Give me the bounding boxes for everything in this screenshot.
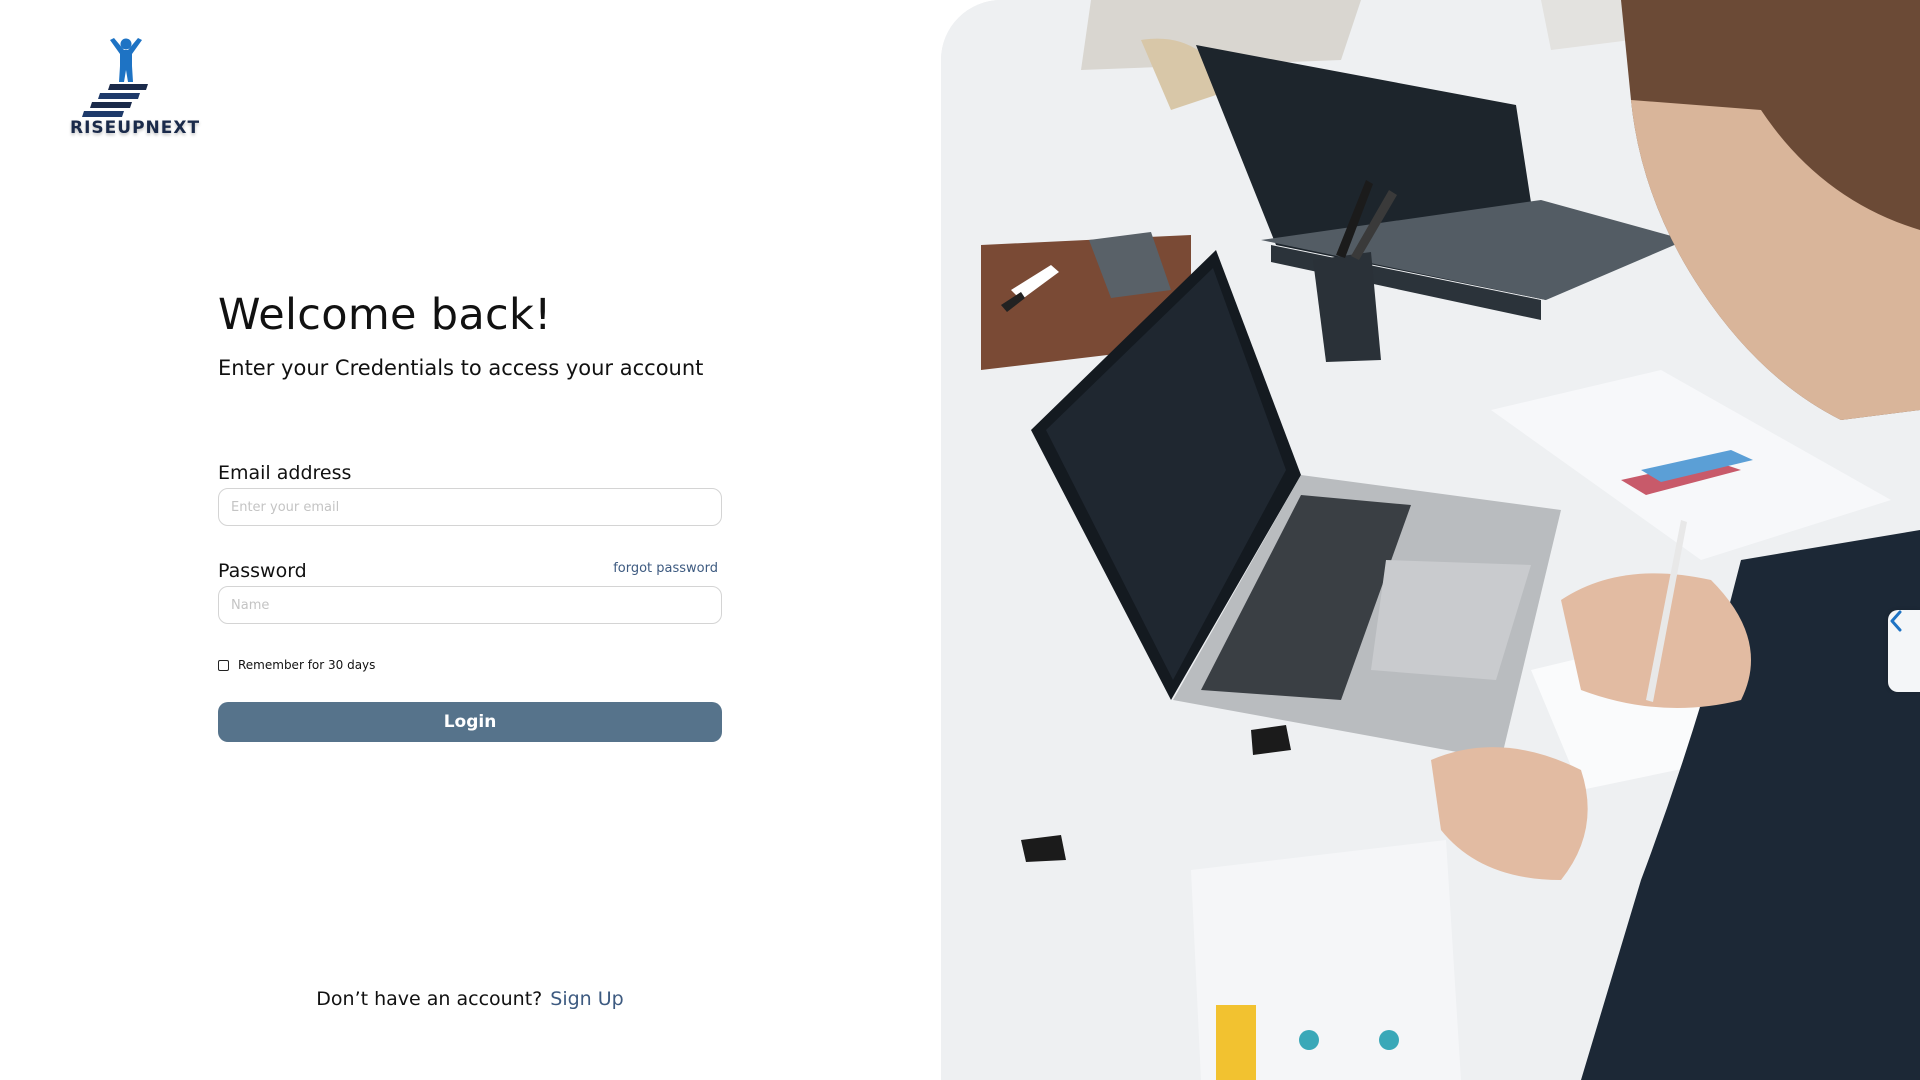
remember-checkbox[interactable] bbox=[218, 659, 229, 671]
hero-photo bbox=[941, 0, 1920, 1080]
signup-prompt: Don’t have an account? bbox=[316, 988, 543, 1010]
office-desk-illustration bbox=[941, 0, 1920, 1080]
login-button[interactable]: Login bbox=[218, 702, 722, 742]
login-form: Welcome back! Enter your Credentials to … bbox=[218, 0, 724, 1080]
signup-link[interactable]: Sign Up bbox=[550, 988, 623, 1010]
email-field[interactable] bbox=[218, 488, 722, 526]
brand-logo: RISEUPNEXT bbox=[70, 36, 201, 146]
password-field[interactable] bbox=[218, 586, 722, 624]
page-subtitle: Enter your Credentials to access your ac… bbox=[218, 356, 704, 380]
remember-label: Remember for 30 days bbox=[238, 658, 376, 672]
signup-prompt-row: Don’t have an account? Sign Up bbox=[218, 988, 722, 1010]
collapse-panel-tab[interactable] bbox=[1888, 610, 1920, 692]
remember-row: Remember for 30 days bbox=[218, 658, 375, 672]
page-title: Welcome back! bbox=[218, 290, 552, 340]
forgot-password-link[interactable]: forgot password bbox=[613, 561, 718, 576]
email-label: Email address bbox=[218, 462, 352, 484]
chevron-left-icon bbox=[1890, 610, 1902, 632]
brand-name: RISEUPNEXT bbox=[70, 118, 201, 138]
logo-climber-icon bbox=[82, 38, 148, 117]
password-label: Password bbox=[218, 560, 307, 582]
